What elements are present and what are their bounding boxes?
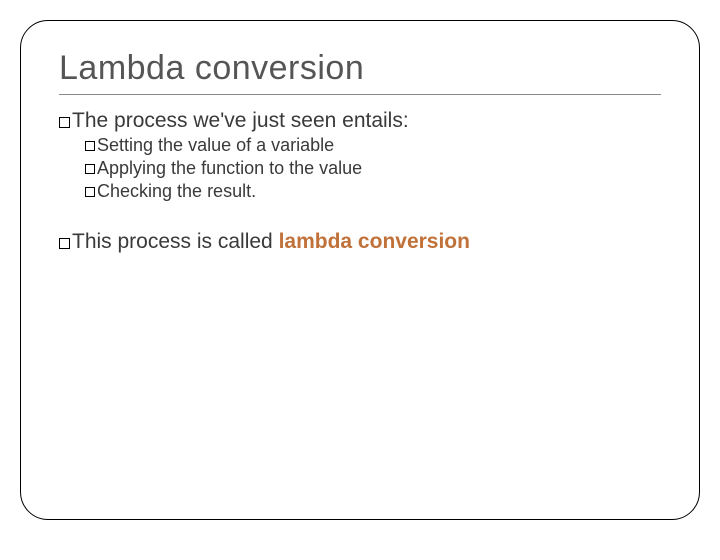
bullet-text: The process we've just seen entails: [72, 109, 409, 132]
title-rule [59, 94, 661, 95]
bullet-text: Checking the result. [97, 181, 256, 201]
slide-frame: Lambda conversion The process we've just… [20, 20, 700, 520]
accent-term: lambda conversion [279, 230, 470, 253]
spacer [59, 204, 661, 226]
square-bullet-icon [85, 187, 95, 197]
bullet-level1: This process is called lambda conversion [59, 230, 661, 254]
text-part: This process is called [72, 230, 279, 253]
bullet-text: This process is called lambda conversion [72, 230, 470, 253]
bullet-text: Setting the value of a variable [97, 135, 334, 155]
slide-title: Lambda conversion [59, 49, 661, 88]
bullet-text: Applying the function to the value [97, 158, 362, 178]
bullet-level2: Setting the value of a variable [85, 135, 661, 156]
square-bullet-icon [85, 164, 95, 174]
bullet-level1: The process we've just seen entails: [59, 109, 661, 133]
square-bullet-icon [59, 238, 70, 249]
square-bullet-icon [59, 117, 70, 128]
bullet-level2: Checking the result. [85, 181, 661, 202]
bullet-level2: Applying the function to the value [85, 158, 661, 179]
square-bullet-icon [85, 141, 95, 151]
